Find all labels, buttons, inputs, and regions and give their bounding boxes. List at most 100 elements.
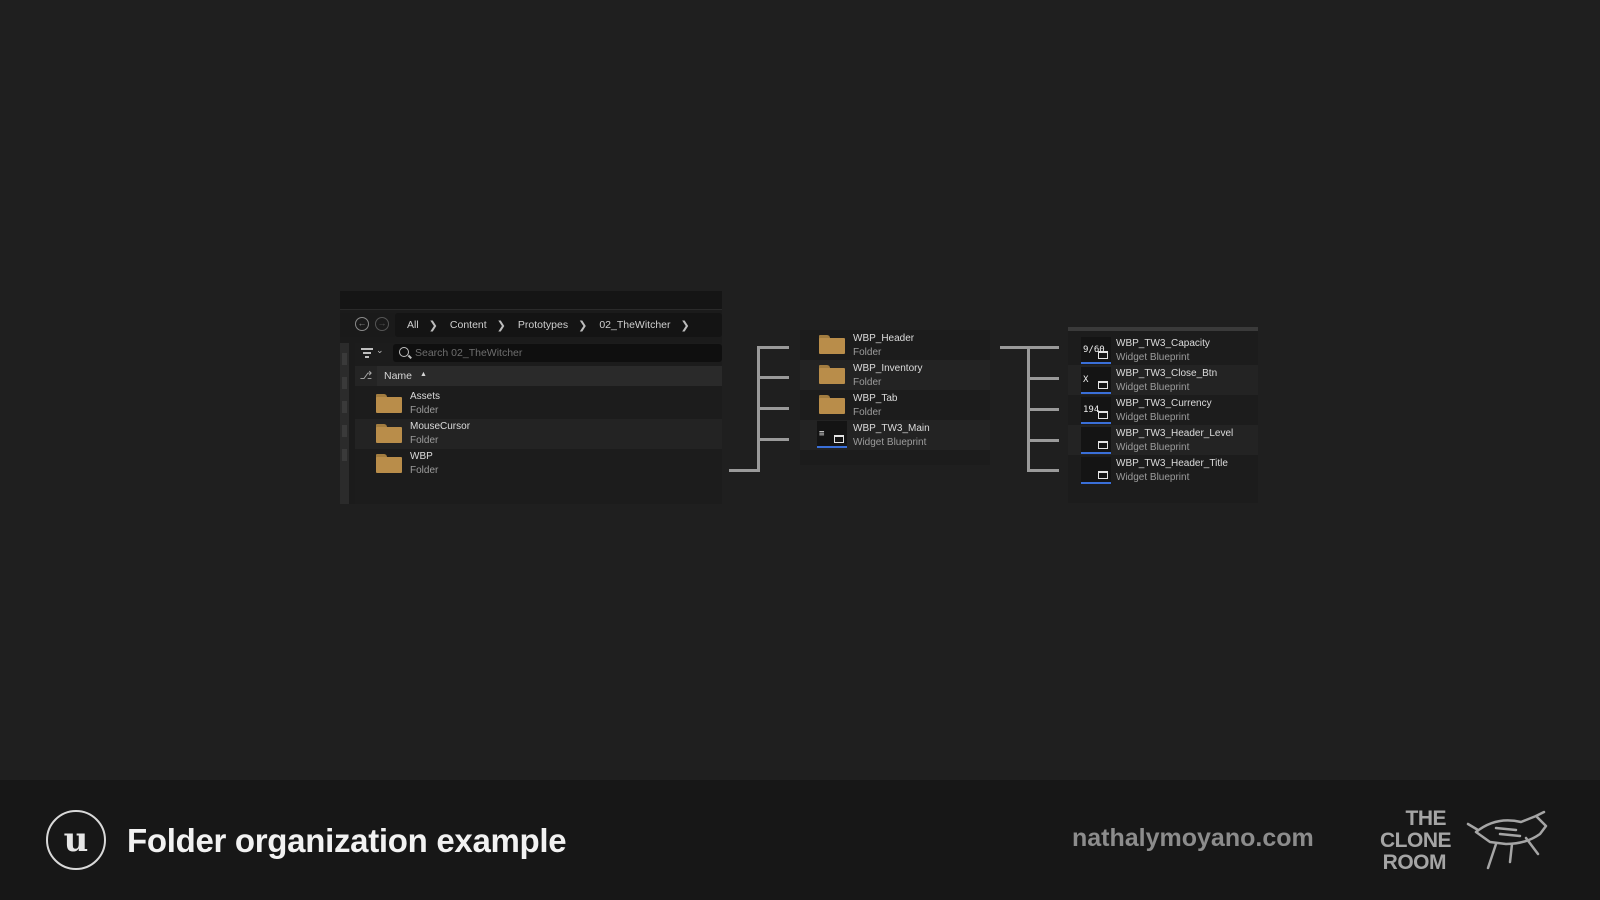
item-type: Widget Blueprint <box>853 437 927 448</box>
item-type: Widget Blueprint <box>1116 472 1190 483</box>
list-item[interactable]: X WBP_TW3_Close_Btn Widget Blueprint <box>1068 365 1258 395</box>
list-item[interactable]: Assets Folder <box>355 389 722 419</box>
list-item[interactable]: 194 WBP_TW3_Currency Widget Blueprint <box>1068 395 1258 425</box>
navigation-bar: ← → All ❯ Content ❯ Prototypes ❯ 02_TheW… <box>340 313 722 337</box>
filter-row: ⌄ <box>355 343 722 363</box>
sidebar-tab[interactable] <box>342 449 347 461</box>
widget-blueprint-icon: 9/60 <box>1081 337 1111 364</box>
item-name: WBP_TW3_Capacity <box>1116 338 1210 349</box>
folder-icon <box>376 394 402 413</box>
breadcrumb: All ❯ Content ❯ Prototypes ❯ 02_TheWitch… <box>395 313 722 337</box>
item-name: WBP_Tab <box>853 393 898 404</box>
filter-icon[interactable] <box>361 348 373 358</box>
widget-blueprint-icon <box>1081 457 1111 484</box>
search-box[interactable] <box>393 344 722 362</box>
footer-title: Folder organization example <box>127 822 567 859</box>
search-icon <box>399 347 409 357</box>
list-item[interactable]: WBP_TW3_Header_Title Widget Blueprint <box>1068 455 1258 485</box>
wbp-header-folder-contents: 9/60 WBP_TW3_Capacity Widget Blueprint X… <box>1068 327 1258 503</box>
brand-line: CLONE <box>1380 829 1452 852</box>
list-item[interactable]: WBP_Header Folder <box>800 330 990 360</box>
sidebar-tab[interactable] <box>342 401 347 413</box>
sidebar-tab[interactable] <box>342 353 347 365</box>
item-type: Folder <box>410 405 439 416</box>
wbp-folder-contents: WBP_Header Folder WBP_Inventory Folder W… <box>800 330 990 465</box>
list-item[interactable]: WBP Folder <box>355 449 722 479</box>
item-name: WBP_Header <box>853 333 915 344</box>
chevron-right-icon[interactable]: ❯ <box>419 319 438 332</box>
unreal-engine-logo-icon: u <box>46 810 106 870</box>
chevron-right-icon[interactable]: ❯ <box>487 319 506 332</box>
item-name: Assets <box>410 391 441 402</box>
item-type: Widget Blueprint <box>1116 382 1190 393</box>
item-name: WBP_TW3_Currency <box>1116 398 1212 409</box>
stage: ← → All ❯ Content ❯ Prototypes ❯ 02_TheW… <box>0 0 1600 780</box>
tree-connector-line <box>757 376 789 379</box>
item-type: Widget Blueprint <box>1116 412 1190 423</box>
sort-ascending-icon[interactable]: ▲ <box>420 371 427 378</box>
item-type: Folder <box>410 435 439 446</box>
widget-blueprint-icon: X <box>1081 367 1111 394</box>
brand-line: THE <box>1405 807 1447 830</box>
breadcrumb-prototypes[interactable]: Prototypes <box>506 319 568 331</box>
source-tree-icon[interactable]: ⎇ <box>355 366 377 386</box>
folder-icon <box>376 424 402 443</box>
item-type: Folder <box>853 377 882 388</box>
item-name: WBP_TW3_Close_Btn <box>1116 368 1218 379</box>
column-header-row: ⎇ Name ▲ <box>355 366 722 386</box>
browser-topbar <box>340 291 722 310</box>
clone-room-logo: THE CLONE ROOM <box>1380 808 1560 874</box>
search-input[interactable] <box>415 344 715 362</box>
collapsed-sidebar[interactable] <box>340 343 349 504</box>
folder-icon <box>819 365 845 384</box>
chevron-right-icon[interactable]: ❯ <box>568 319 587 332</box>
item-name: WBP <box>410 451 433 462</box>
item-name: WBP_Inventory <box>853 363 923 374</box>
item-type: Folder <box>410 465 439 476</box>
list-item[interactable]: WBP_Tab Folder <box>800 390 990 420</box>
list-item[interactable]: MouseCursor Folder <box>355 419 722 449</box>
tree-connector-line <box>1027 408 1059 411</box>
list-item[interactable]: 9/60 WBP_TW3_Capacity Widget Blueprint <box>1068 335 1258 365</box>
list-item[interactable]: WBP_TW3_Header_Level Widget Blueprint <box>1068 425 1258 455</box>
item-type: Widget Blueprint <box>1116 352 1190 363</box>
tree-connector-line <box>757 438 789 441</box>
item-type: Folder <box>853 407 882 418</box>
brand-line: ROOM <box>1382 851 1447 874</box>
widget-blueprint-icon: ≡ <box>817 421 847 448</box>
tree-connector-line <box>729 469 760 472</box>
back-arrow-icon[interactable]: ← <box>355 317 369 331</box>
chevron-right-icon[interactable]: ❯ <box>671 319 690 332</box>
content-browser: ← → All ❯ Content ❯ Prototypes ❯ 02_TheW… <box>340 291 722 504</box>
item-name: WBP_TW3_Main <box>853 423 930 434</box>
asset-list: Assets Folder MouseCursor Folder WBP Fol… <box>355 389 722 479</box>
sidebar-tab[interactable] <box>342 425 347 437</box>
tree-connector-line <box>757 346 789 349</box>
chevron-down-icon[interactable]: ⌄ <box>376 345 384 356</box>
folder-icon <box>819 395 845 414</box>
item-type: Folder <box>853 347 882 358</box>
footer: u Folder organization example nathalymoy… <box>0 780 1600 900</box>
tree-connector-line <box>1027 469 1059 472</box>
folder-icon <box>376 454 402 473</box>
widget-blueprint-icon <box>1081 427 1111 454</box>
name-column-header[interactable]: Name <box>384 370 412 382</box>
item-name: MouseCursor <box>410 421 471 432</box>
item-name: WBP_TW3_Header_Level <box>1116 428 1234 439</box>
breadcrumb-thewitcher[interactable]: 02_TheWitcher <box>587 319 670 331</box>
tree-connector-line <box>1027 439 1059 442</box>
widget-blueprint-icon: 194 <box>1081 397 1111 424</box>
list-item[interactable]: WBP_Inventory Folder <box>800 360 990 390</box>
footer-website: nathalymoyano.com <box>1072 824 1314 852</box>
robot-dog-icon <box>1466 810 1548 870</box>
asset-list-area: ⌄ ⎇ Name ▲ Assets Folder Mo <box>355 343 722 504</box>
tree-connector-line <box>1027 377 1059 380</box>
forward-arrow-icon[interactable]: → <box>375 317 389 331</box>
breadcrumb-all[interactable]: All <box>395 319 419 331</box>
sidebar-tab[interactable] <box>342 377 347 389</box>
folder-icon <box>819 335 845 354</box>
item-type: Widget Blueprint <box>1116 442 1190 453</box>
breadcrumb-content[interactable]: Content <box>438 319 487 331</box>
item-name: WBP_TW3_Header_Title <box>1116 458 1228 469</box>
list-item[interactable]: ≡ WBP_TW3_Main Widget Blueprint <box>800 420 990 450</box>
